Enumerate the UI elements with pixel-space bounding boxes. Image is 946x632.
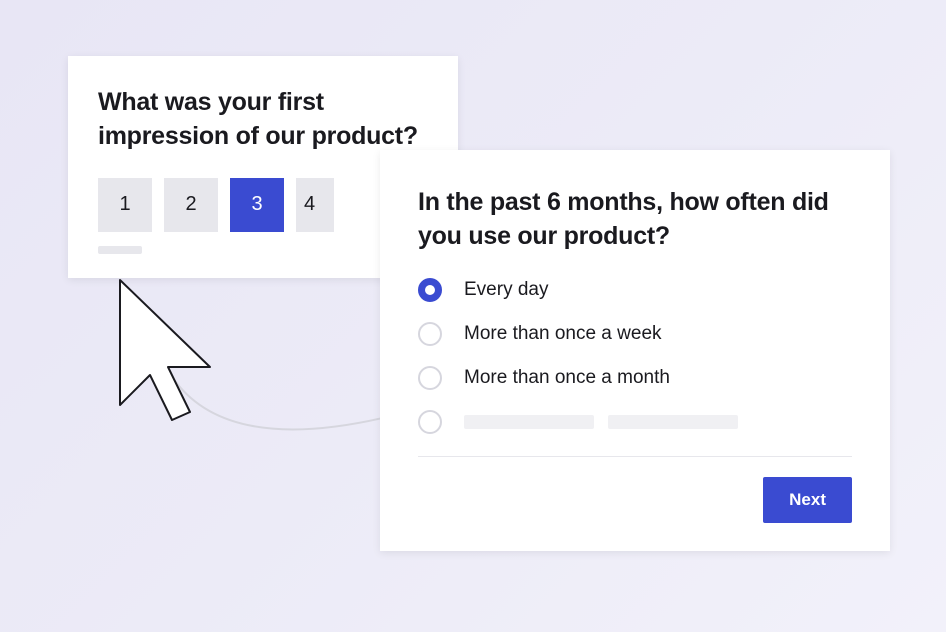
radio-option-placeholder[interactable] <box>418 410 852 434</box>
radio-option-more-than-week[interactable]: More than once a week <box>418 322 852 346</box>
rating-tile-4[interactable]: 4 <box>296 178 334 232</box>
placeholder-label <box>464 415 738 429</box>
next-button[interactable]: Next <box>763 477 852 523</box>
card-footer: Next <box>418 477 852 523</box>
rating-tile-2[interactable]: 2 <box>164 178 218 232</box>
radio-circle-icon <box>418 366 442 390</box>
rating-question: What was your first impression of our pr… <box>98 86 428 154</box>
cursor-icon <box>100 270 230 440</box>
radio-circle-icon <box>418 278 442 302</box>
radio-option-every-day[interactable]: Every day <box>418 278 852 302</box>
rating-tile-1[interactable]: 1 <box>98 178 152 232</box>
radio-label: Every day <box>464 279 548 301</box>
placeholder-block <box>608 415 738 429</box>
rating-tiles-row: 1 2 3 4 <box>98 178 428 232</box>
placeholder-block <box>464 415 594 429</box>
rating-tile-3[interactable]: 3 <box>230 178 284 232</box>
divider <box>418 456 852 457</box>
radio-question: In the past 6 months, how often did you … <box>418 186 852 254</box>
radio-option-more-than-month[interactable]: More than once a month <box>418 366 852 390</box>
radio-circle-icon <box>418 322 442 346</box>
radio-label: More than once a week <box>464 323 662 345</box>
radio-label: More than once a month <box>464 367 670 389</box>
radio-option-list: Every day More than once a week More tha… <box>418 278 852 434</box>
placeholder-bar <box>98 246 142 254</box>
radio-card: In the past 6 months, how often did you … <box>380 150 890 551</box>
radio-circle-icon <box>418 410 442 434</box>
